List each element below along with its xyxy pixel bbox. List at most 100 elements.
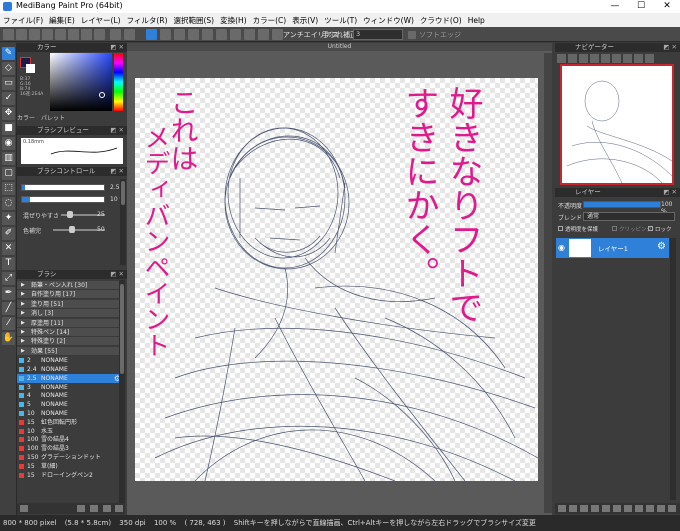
expand-arrow-icon[interactable]: ▶ xyxy=(21,300,25,309)
maximize-button[interactable]: ☐ xyxy=(628,0,654,13)
copy-icon[interactable] xyxy=(81,29,92,40)
redo-icon[interactable] xyxy=(124,29,135,40)
menu-file[interactable]: ファイル(F) xyxy=(3,15,43,26)
brush-settings-icon[interactable] xyxy=(77,505,85,512)
brush-item[interactable]: 10 NONAME xyxy=(17,409,125,418)
brush-group[interactable]: ▶ 自作塗り用 [17] xyxy=(17,290,125,300)
layer-row[interactable]: ◉ レイヤー1 ⚙ xyxy=(556,238,669,258)
menu-color[interactable]: カラー(C) xyxy=(253,15,287,26)
brush-item[interactable]: 4 NONAME xyxy=(17,391,125,400)
brush-item[interactable]: 100 雪の結晶3 xyxy=(17,444,125,453)
blend-slider-handle[interactable] xyxy=(67,211,73,218)
expand-arrow-icon[interactable]: ▶ xyxy=(21,328,25,337)
new-8bit-layer-icon[interactable] xyxy=(580,505,588,512)
actual-size-icon[interactable] xyxy=(590,54,599,63)
cloud-brush-icon[interactable] xyxy=(103,505,111,512)
zoom-in-icon[interactable] xyxy=(557,54,566,63)
fill-tool-icon[interactable]: ◉ xyxy=(2,137,15,150)
expand-arrow-icon[interactable]: ▶ xyxy=(21,319,25,328)
merge-down-icon[interactable] xyxy=(613,505,621,512)
brush-list-scrollbar[interactable] xyxy=(119,280,125,505)
delete-brush-icon[interactable] xyxy=(115,505,123,512)
rotate-right-icon[interactable] xyxy=(623,54,632,63)
undo-icon[interactable] xyxy=(110,29,121,40)
brush-group[interactable]: ▶ 厚塗用 [11] xyxy=(17,318,125,328)
ruler-icon[interactable] xyxy=(188,29,199,40)
menu-selection[interactable]: 選択範囲(S) xyxy=(174,15,215,26)
brush-item[interactable]: 100 雪の結晶4 xyxy=(17,435,125,444)
brush-item[interactable]: 15 虹色回転円形 xyxy=(17,418,125,427)
text-tool-icon[interactable]: T xyxy=(2,257,15,270)
menu-tool[interactable]: ツール(T) xyxy=(324,15,357,26)
brush-group[interactable]: ▶ 塗り用 [51] xyxy=(17,299,125,309)
layer-up-icon[interactable] xyxy=(635,505,643,512)
brush-group[interactable]: ▶ 特殊ペン [14] xyxy=(17,328,125,337)
brush-item[interactable]: 3 NONAME xyxy=(17,383,125,392)
expand-arrow-icon[interactable]: ▶ xyxy=(21,337,25,346)
menu-layer[interactable]: レイヤー(L) xyxy=(81,15,121,26)
hue-slider[interactable] xyxy=(114,53,123,111)
move-tool-icon[interactable]: ✥ xyxy=(2,107,15,120)
radial-icon[interactable] xyxy=(258,29,269,40)
menu-cloud[interactable]: クラウド(O) xyxy=(420,15,462,26)
menu-window[interactable]: ウィンドウ(W) xyxy=(363,15,414,26)
eyedropper-icon[interactable]: ⁄ xyxy=(2,317,15,330)
concentric-icon[interactable] xyxy=(244,29,255,40)
chat-icon[interactable] xyxy=(29,29,40,40)
antialias-checkbox[interactable] xyxy=(272,29,283,40)
rect-select-icon[interactable] xyxy=(160,29,171,40)
layer-opacity-slider[interactable] xyxy=(583,201,661,208)
clipping-checkbox[interactable] xyxy=(612,226,617,231)
pen-tool-icon[interactable]: ✓ xyxy=(2,92,15,105)
grid-snap-icon[interactable] xyxy=(216,29,227,40)
brush-control-scrollbar[interactable] xyxy=(120,179,126,265)
brush-item[interactable]: 2 NONAME xyxy=(17,356,125,365)
hand-tool-icon[interactable]: ✋ xyxy=(2,332,15,345)
layer-scrollbar[interactable] xyxy=(670,238,676,500)
grid-icon[interactable] xyxy=(68,29,79,40)
brush-item[interactable]: 15 ドローイングペン2 xyxy=(17,471,125,480)
divide-tool-icon[interactable]: ╱ xyxy=(2,302,15,315)
fit-icon[interactable] xyxy=(579,54,588,63)
select-pointer-icon[interactable] xyxy=(146,29,157,40)
expand-arrow-icon[interactable]: ▶ xyxy=(21,290,25,299)
layer-settings-icon[interactable]: ⚙ xyxy=(657,241,666,252)
new-file-icon[interactable] xyxy=(3,29,14,40)
brush-folder-icon[interactable] xyxy=(90,505,98,512)
brush-item[interactable]: 2.4 NONAME xyxy=(17,365,125,374)
brush-group[interactable]: ▶ 鉛筆・ペン入れ [30] xyxy=(17,281,125,290)
navigator-menu-icon[interactable] xyxy=(645,54,654,63)
flip-icon[interactable] xyxy=(601,54,610,63)
menu-transform[interactable]: 変換(H) xyxy=(220,15,247,26)
brush-group[interactable]: ▶ 特殊塗り [2] xyxy=(17,337,125,347)
new-1bit-layer-icon[interactable] xyxy=(591,505,599,512)
menu-view[interactable]: 表示(V) xyxy=(292,15,318,26)
eraser-tool-icon[interactable]: ◇ xyxy=(2,62,15,75)
reset-rotation-icon[interactable] xyxy=(634,54,643,63)
navigator-thumbnail[interactable] xyxy=(560,64,674,185)
correction-select[interactable]: 3 xyxy=(353,29,403,40)
brush-tool-icon[interactable]: ✎ xyxy=(2,47,15,60)
brush-size-slider[interactable] xyxy=(21,184,105,191)
layer-menu-icon[interactable] xyxy=(657,505,665,512)
brush-item[interactable]: 10 水玉 xyxy=(17,427,125,436)
soft-edge-checkbox[interactable] xyxy=(408,31,416,39)
save-icon[interactable] xyxy=(42,29,53,40)
close-button[interactable]: ✕ xyxy=(654,0,680,13)
magic-wand-icon[interactable]: ✦ xyxy=(2,212,15,225)
new-layer-icon[interactable] xyxy=(558,505,566,512)
brush-opacity-slider[interactable] xyxy=(21,196,105,203)
minimize-button[interactable]: — xyxy=(602,0,628,13)
symmetry-icon[interactable] xyxy=(202,29,213,40)
dot-tool-icon[interactable]: ▭ xyxy=(2,77,15,90)
brush-item[interactable]: 5 NONAME xyxy=(17,400,125,409)
expand-arrow-icon[interactable]: ▶ xyxy=(21,281,25,290)
dropper-tool-icon[interactable]: ✒ xyxy=(2,287,15,300)
select-eraser-icon[interactable]: ✕ xyxy=(2,242,15,255)
brush-group[interactable]: ▶ 効果 [55] xyxy=(17,346,125,356)
menu-help[interactable]: Help xyxy=(468,16,485,25)
select-pen-icon[interactable]: ✐ xyxy=(2,227,15,240)
brush-item[interactable]: 150 グラデーションドット xyxy=(17,453,125,462)
cloud-icon[interactable] xyxy=(55,29,66,40)
select-tool-icon[interactable]: ⬚ xyxy=(2,182,15,195)
